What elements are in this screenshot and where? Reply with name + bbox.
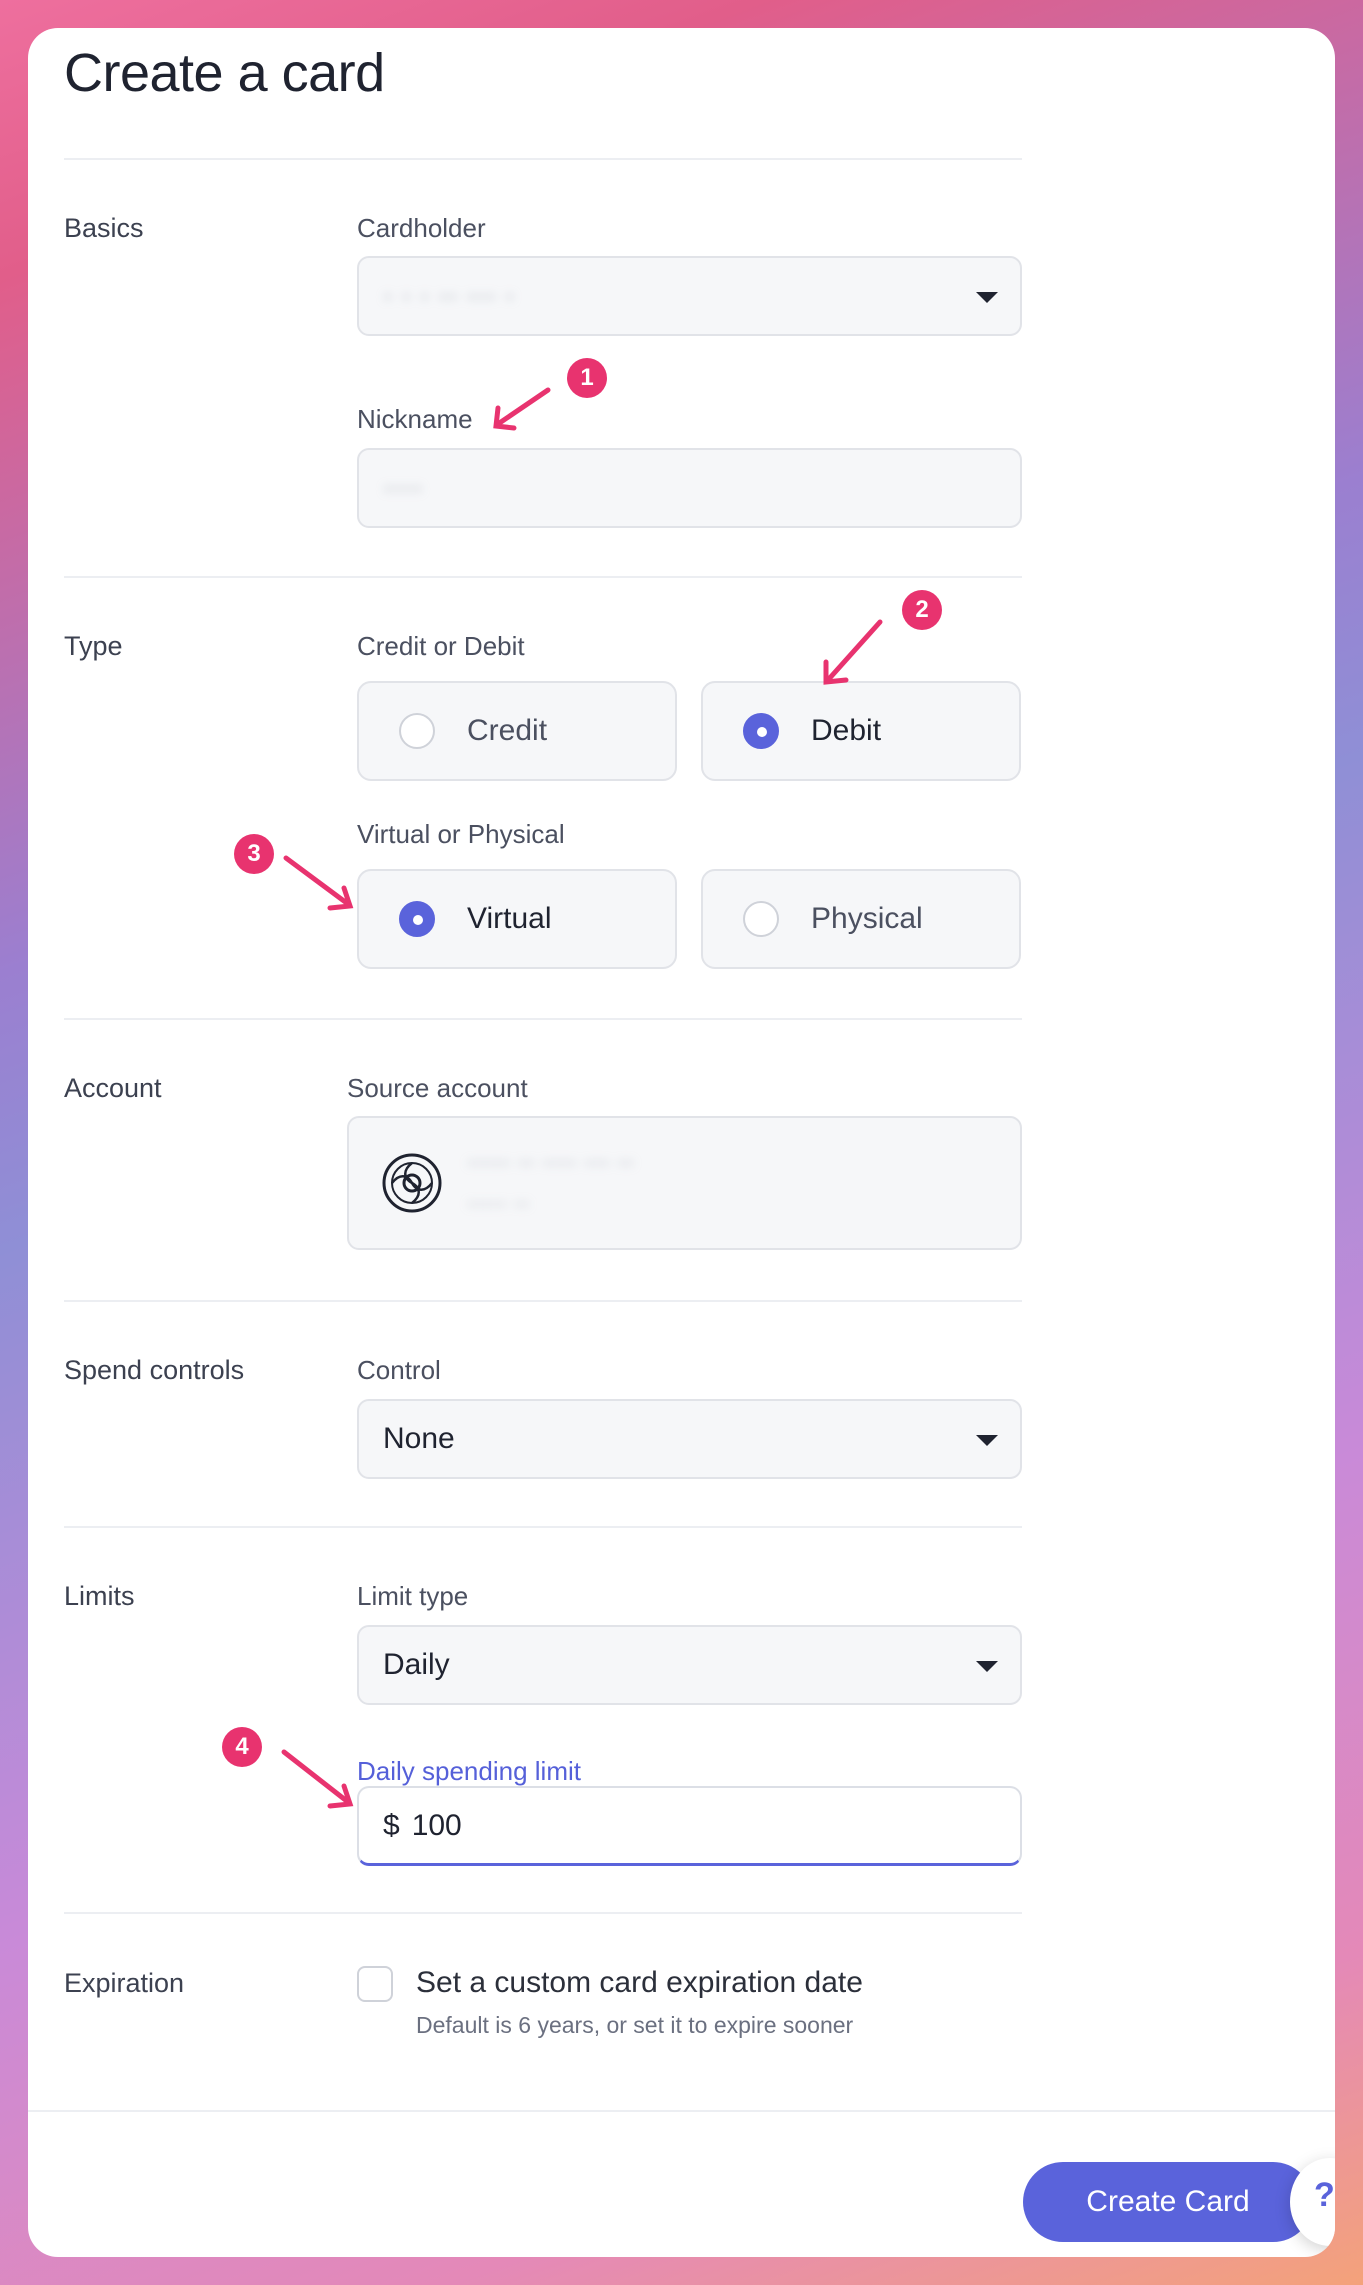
custom-expiration-checkbox[interactable] bbox=[357, 1966, 393, 2002]
nickname-label: Nickname bbox=[357, 404, 473, 434]
annotation-badge-2: 2 bbox=[902, 590, 942, 630]
virtual-option[interactable]: Virtual bbox=[357, 869, 677, 969]
daily-spending-limit-input[interactable]: $ 100 bbox=[357, 1786, 1022, 1866]
cardholder-select[interactable]: · · · ·· ··· · bbox=[357, 256, 1022, 336]
divider bbox=[64, 1912, 1022, 1914]
account-logo-icon bbox=[382, 1153, 442, 1213]
radio-checked-icon bbox=[399, 901, 435, 937]
annotation-arrow-2 bbox=[825, 619, 883, 683]
annotation-arrow-4 bbox=[281, 1749, 351, 1805]
debit-option[interactable]: Debit bbox=[701, 681, 1021, 781]
annotation-badge-1: 1 bbox=[567, 358, 607, 398]
section-label-type: Type bbox=[64, 631, 123, 661]
chevron-down-icon bbox=[976, 1661, 998, 1672]
divider bbox=[64, 576, 1022, 578]
daily-spending-limit-label: Daily spending limit bbox=[357, 1756, 581, 1786]
create-card-button[interactable]: Create Card bbox=[1023, 2162, 1313, 2242]
daily-spending-limit-value: 100 bbox=[411, 1808, 462, 1842]
cardholder-value: · · · ·· ··· · bbox=[383, 279, 515, 312]
source-account-sub: ····· ·· bbox=[467, 1190, 530, 1217]
custom-expiration-label[interactable]: Set a custom card expiration date bbox=[416, 1966, 863, 2000]
virtual-option-label: Virtual bbox=[467, 902, 552, 935]
nickname-value: ···· bbox=[383, 471, 423, 504]
divider bbox=[64, 1300, 1022, 1302]
control-select[interactable]: None bbox=[357, 1399, 1022, 1479]
source-account-label: Source account bbox=[347, 1073, 528, 1103]
section-label-basics: Basics bbox=[64, 213, 144, 243]
currency-symbol: $ bbox=[383, 1808, 400, 1842]
credit-option[interactable]: Credit bbox=[357, 681, 677, 781]
page-title: Create a card bbox=[64, 43, 385, 103]
custom-expiration-help: Default is 6 years, or set it to expire … bbox=[416, 2012, 854, 2038]
physical-option-label: Physical bbox=[811, 902, 923, 935]
divider bbox=[64, 158, 1022, 160]
annotation-arrow-1 bbox=[495, 387, 551, 427]
annotation-badge-3: 3 bbox=[234, 834, 274, 874]
credit-or-debit-label: Credit or Debit bbox=[357, 631, 525, 661]
nickname-input[interactable]: ···· bbox=[357, 448, 1022, 528]
section-label-expiration: Expiration bbox=[64, 1968, 185, 1998]
create-card-panel: Create a card Basics Cardholder · · · ··… bbox=[28, 28, 1335, 2257]
limit-type-select[interactable]: Daily bbox=[357, 1625, 1022, 1705]
divider bbox=[64, 1018, 1022, 1020]
divider bbox=[64, 1526, 1022, 1528]
physical-option[interactable]: Physical bbox=[701, 869, 1021, 969]
section-label-account: Account bbox=[64, 1073, 162, 1103]
virtual-or-physical-label: Virtual or Physical bbox=[357, 819, 565, 849]
source-account-name: ····· ·· ···· ··· ·· bbox=[467, 1146, 635, 1176]
credit-option-label: Credit bbox=[467, 714, 548, 747]
footer-divider bbox=[28, 2110, 1335, 2112]
section-label-limits: Limits bbox=[64, 1581, 135, 1611]
control-value: None bbox=[383, 1422, 455, 1455]
annotation-arrow-3 bbox=[283, 855, 351, 907]
limit-type-value: Daily bbox=[383, 1648, 450, 1681]
limit-type-label: Limit type bbox=[357, 1581, 469, 1611]
annotation-badge-4: 4 bbox=[222, 1727, 262, 1767]
chevron-down-icon bbox=[976, 1435, 998, 1446]
debit-option-label: Debit bbox=[811, 714, 882, 747]
control-label: Control bbox=[357, 1355, 441, 1385]
radio-unchecked-icon bbox=[399, 713, 435, 749]
radio-unchecked-icon bbox=[743, 901, 779, 937]
radio-checked-icon bbox=[743, 713, 779, 749]
cardholder-label: Cardholder bbox=[357, 213, 486, 243]
chevron-down-icon bbox=[976, 292, 998, 303]
source-account-select[interactable]: ····· ·· ···· ··· ·· ····· ·· bbox=[347, 1116, 1022, 1250]
section-label-spend-controls: Spend controls bbox=[64, 1355, 245, 1385]
